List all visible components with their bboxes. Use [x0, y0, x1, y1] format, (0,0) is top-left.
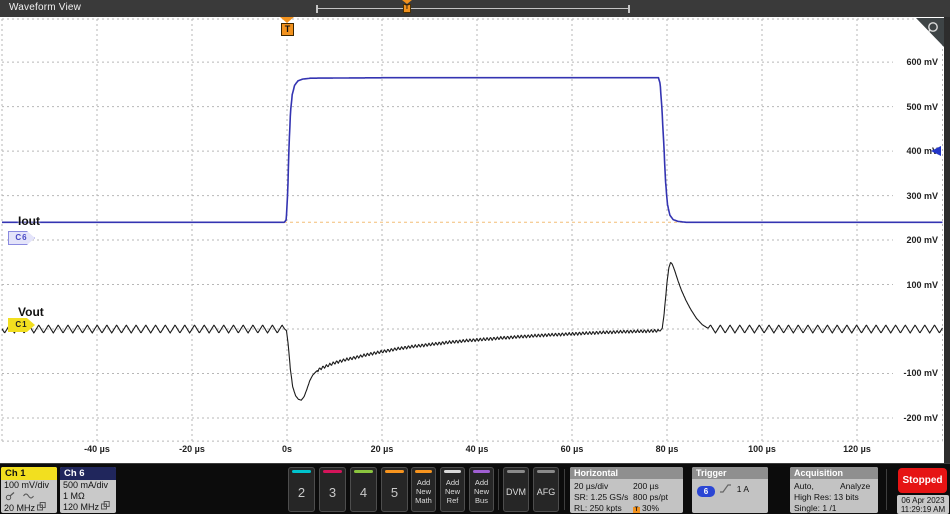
channel-1-badge[interactable]: Ch 1 100 mV/div 20 MHz [1, 467, 57, 513]
channel-6-badge[interactable]: Ch 6 500 mA/div 1 MΩ 120 MHz [60, 467, 116, 513]
sample-rate: SR: 1.25 GS/s [574, 492, 628, 502]
acquisition-analyze: Analyze [840, 481, 870, 491]
horizontal-span: 200 µs [633, 481, 659, 491]
record-view-bar[interactable] [316, 5, 630, 13]
add-new-bus-button[interactable]: AddNewBus [469, 467, 494, 512]
oscilloscope-screen: { "window": { "title": "Waveform View" }… [0, 0, 950, 514]
trigger-settings: 6 1 A [697, 483, 749, 497]
y-tick-label: 600 mV [884, 57, 938, 67]
time-value: 11:29:19 AM [897, 505, 949, 514]
channel-4-color-stripe [354, 470, 373, 473]
trigger-t-icon: T [281, 23, 294, 36]
ac-coupling-icon [23, 492, 34, 500]
afg-color-stripe [537, 470, 555, 473]
horizontal-panel-title: Horizontal [570, 467, 683, 479]
waveform-canvas[interactable] [0, 17, 950, 463]
add-new-ref-button[interactable]: AddNewRef [440, 467, 465, 512]
bus-color-stripe [473, 470, 490, 473]
add-new-math-button[interactable]: AddNewMath [411, 467, 436, 512]
channel-6-header[interactable]: Ch 6 [60, 467, 116, 480]
trigger-position-percent: T30% [633, 503, 659, 513]
acquisition-panel[interactable]: Acquisition Auto, Analyze High Res: 13 b… [790, 467, 878, 513]
channel-4-button[interactable]: 4 [350, 467, 377, 512]
trigger-source-badge: 6 [697, 486, 715, 497]
dvm-color-stripe [507, 470, 525, 473]
channel-3-button[interactable]: 3 [319, 467, 346, 512]
right-edge-strip [944, 17, 950, 463]
separator [564, 469, 565, 510]
x-tick-label: -40 µs [75, 444, 119, 454]
acquisition-count: Single: 1 /1 [794, 503, 837, 513]
channel-1-scale: 100 mV/div [1, 480, 57, 491]
channel-5-color-stripe [385, 470, 404, 473]
separator [886, 469, 887, 510]
y-tick-label: -200 mV [884, 413, 938, 423]
run-stop-button[interactable]: Stopped [898, 468, 947, 493]
channel-3-color-stripe [323, 470, 342, 473]
channel-6-termination: 1 MΩ [60, 491, 116, 502]
vout-trace-label: Vout [18, 305, 44, 319]
trigger-t-icon: T [633, 507, 640, 513]
status-bar: Ch 1 100 mV/div 20 MHz Ch 6 500 mA/div 1… [0, 463, 950, 514]
vout-trace[interactable] [2, 263, 943, 401]
trigger-position-flag[interactable]: T [280, 17, 295, 39]
x-tick-label: 20 µs [360, 444, 404, 454]
y-tick-label: 400 mV [884, 146, 938, 156]
bandwidth-limit-icon [101, 501, 110, 510]
y-tick-label: 300 mV [884, 191, 938, 201]
separator [498, 469, 499, 510]
rising-edge-icon [719, 483, 732, 494]
ref-color-stripe [444, 470, 461, 473]
channel-2-color-stripe [292, 470, 311, 473]
tab-waveform-view[interactable]: Waveform View [9, 2, 81, 13]
y-tick-label: 500 mV [884, 102, 938, 112]
x-tick-label: -20 µs [170, 444, 214, 454]
math-color-stripe [415, 470, 432, 473]
x-tick-label: 80 µs [645, 444, 689, 454]
record-trigger-position-marker[interactable]: T [401, 0, 413, 17]
x-tick-label: 60 µs [550, 444, 594, 454]
record-view-line [318, 8, 628, 9]
sample-resolution: 800 ps/pt [633, 492, 668, 502]
horizontal-panel[interactable]: Horizontal 20 µs/div 200 µs SR: 1.25 GS/… [570, 467, 683, 513]
top-bar: Waveform View T [0, 0, 950, 17]
afg-button[interactable]: AFG [533, 467, 559, 512]
channel-6-scale: 500 mA/div [60, 480, 116, 491]
acquisition-panel-title: Acquisition [790, 467, 878, 479]
y-tick-label: 100 mV [884, 280, 938, 290]
acquisition-mode: Auto, [794, 481, 814, 491]
record-length: RL: 250 kpts [574, 503, 622, 513]
horizontal-scale: 20 µs/div [574, 481, 608, 491]
channel-5-button[interactable]: 5 [381, 467, 408, 512]
x-tick-label: 100 µs [740, 444, 784, 454]
bandwidth-limit-icon [37, 502, 46, 511]
trigger-panel-title: Trigger [692, 467, 768, 479]
trigger-level-arrow-icon[interactable] [931, 146, 941, 156]
channel-1-bandwidth: 20 MHz [1, 502, 57, 513]
y-tick-label: -100 mV [884, 368, 938, 378]
channel-6-bandwidth: 120 MHz [60, 501, 116, 512]
datetime-display: 06 Apr 2023 11:29:19 AM [897, 495, 949, 514]
x-tick-label: 120 µs [835, 444, 879, 454]
trigger-t-icon: T [403, 4, 411, 13]
x-tick-label: 0s [265, 444, 309, 454]
channel-1-header[interactable]: Ch 1 [1, 467, 57, 480]
waveform-graticule[interactable]: T Iout C6 Vout C1 -40 µs-20 µs0s20 µs40 … [0, 17, 950, 463]
probe-icon [5, 492, 15, 501]
trigger-panel[interactable]: Trigger 6 1 A [692, 467, 768, 513]
trigger-level-value: 1 A [737, 484, 749, 494]
x-tick-label: 40 µs [455, 444, 499, 454]
iout-trace[interactable] [2, 78, 943, 223]
date-value: 06 Apr 2023 [897, 496, 949, 505]
channel-2-button[interactable]: 2 [288, 467, 315, 512]
dvm-button[interactable]: DVM [503, 467, 529, 512]
iout-trace-label: Iout [18, 214, 40, 228]
acquisition-resolution: High Res: 13 bits [794, 492, 859, 502]
y-tick-label: 200 mV [884, 235, 938, 245]
